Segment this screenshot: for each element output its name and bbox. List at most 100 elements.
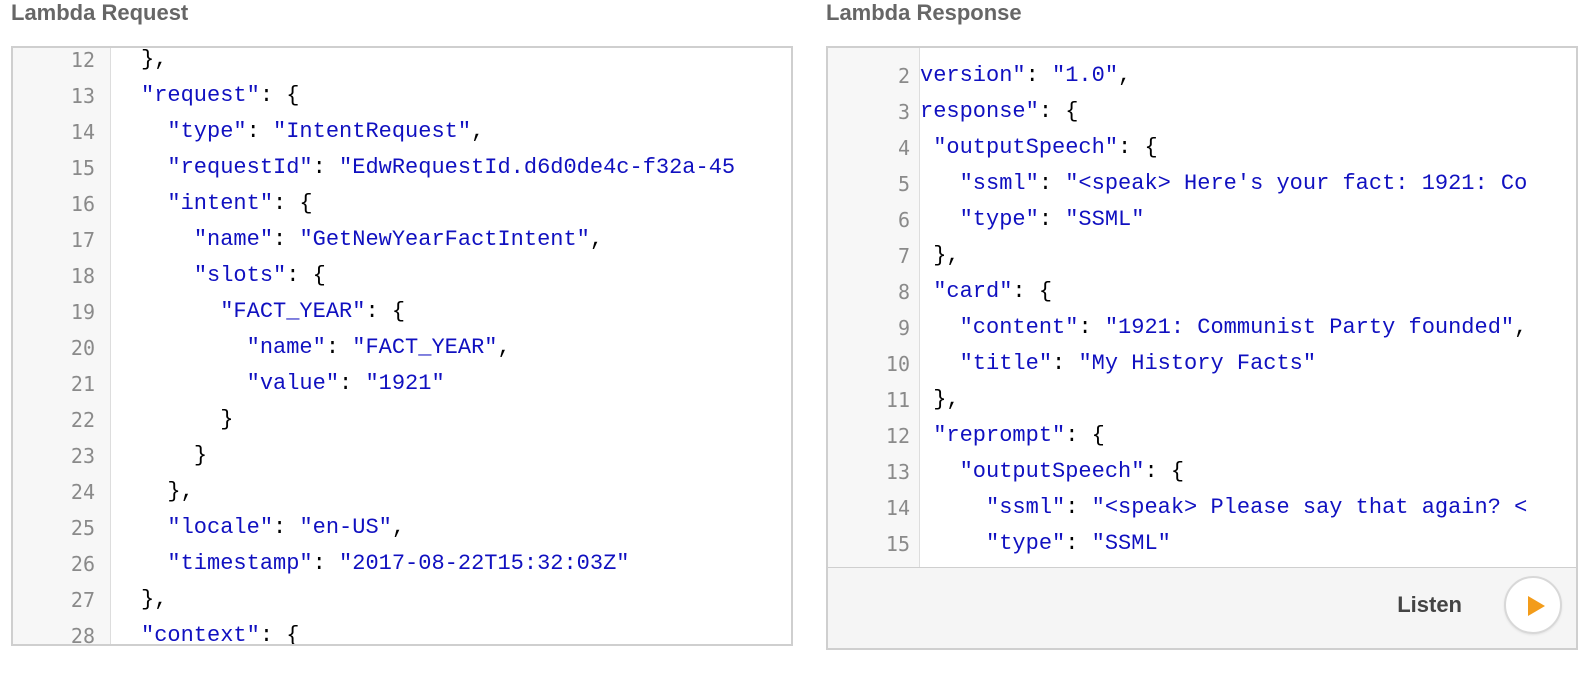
json-punct: : [1038,171,1066,196]
code-line: 20 "name": "FACT_YEAR", [13,330,791,366]
code-text: "content": "1921: Communist Party founde… [920,310,1528,346]
json-punct: , [497,335,511,360]
json-punct: : [312,551,340,576]
line-number: 27 [70,588,95,612]
line-number: 17 [70,228,95,252]
code-text: "name": "GetNewYearFactIntent", [141,222,603,258]
json-punct: }, [933,243,960,268]
code-text: "FACT_YEAR": { [141,294,405,330]
code-line: 9 "content": "1921: Communist Party foun… [828,310,1576,346]
json-string: "1.0" [1052,63,1119,88]
line-number: 4 [897,136,910,160]
code-line: 12}, [13,47,791,78]
json-punct: , [589,227,604,252]
code-text: } [141,402,233,438]
listen-bar: Listen [828,570,1576,648]
json-punct: : { [365,299,406,324]
json-punct: : [246,119,274,144]
json-punct: } [220,407,234,432]
code-line: 15 "requestId": "EdwRequestId.d6d0de4c-f… [13,150,791,186]
line-number: 12 [885,424,910,448]
listen-play-button[interactable] [1504,576,1562,634]
code-text: "locale": "en-US", [141,510,405,546]
json-key: "type" [959,207,1039,232]
code-text: "outputSpeech": { [920,130,1157,166]
code-text: "request": { [141,78,299,114]
json-string: "1921" [365,371,445,396]
line-number: 22 [70,408,95,432]
code-line: 15 "type": "SSML" [828,526,1576,562]
json-string: "GetNewYearFactIntent" [299,227,590,252]
line-number: 13 [70,84,95,108]
json-key: "timestamp" [167,551,313,576]
line-number: 3 [897,100,910,124]
code-text: "outputSpeech": { [920,454,1184,490]
json-punct: : [312,155,340,180]
json-punct: : [273,227,300,252]
json-key: "outputSpeech" [933,135,1119,160]
line-number: 19 [70,300,95,324]
json-punct: }, [141,47,168,72]
line-number: 20 [70,336,95,360]
line-number: 25 [70,516,95,540]
play-icon [1528,596,1545,616]
lambda-request-editor[interactable]: 12}, 13 "request": {14 "type": "IntentRequ… [11,46,793,646]
code-text: }, [141,474,193,510]
code-line: 14 "ssml": "<speak> Please say that agai… [828,490,1576,526]
json-string: "en-US" [299,515,392,540]
line-number: 12 [70,48,95,72]
json-key: response" [920,99,1039,124]
json-key: "type" [167,119,247,144]
listen-label: Listen [1397,592,1462,617]
json-punct: , [1514,315,1528,340]
code-line: 2 version": "1.0", [828,58,1576,94]
code-text: "ssml": "<speak> Here's your fact: 1921:… [920,166,1528,202]
json-key: "locale" [167,515,274,540]
json-key: "FACT_YEAR" [220,299,366,324]
code-text: response": { [920,94,1078,130]
request-code-lines: 12}, 13 "request": {14 "type": "IntentRequ… [13,47,791,644]
response-code-lines: 2 version": "1.0", 3 response": {4 "outputS… [828,58,1576,562]
json-punct: : { [1038,99,1079,124]
code-line: 6 "type": "SSML" [828,202,1576,238]
line-number: 21 [70,372,95,396]
json-punct: : [325,335,353,360]
json-punct: }, [933,387,960,412]
line-number: 18 [70,264,95,288]
json-string: "SSML" [1091,531,1171,556]
json-punct: : [1065,531,1092,556]
line-number: 23 [70,444,95,468]
code-line: 10 "title": "My History Facts" [828,346,1576,382]
code-line: 8 "card": { [828,274,1576,310]
json-key: "content" [959,315,1079,340]
code-text: "type": "IntentRequest", [141,114,484,150]
code-text: "title": "My History Facts" [920,346,1316,382]
line-number: 15 [70,156,95,180]
code-text: "type": "SSML" [920,202,1145,238]
json-punct: } [193,443,208,468]
json-string: "<speak> Here's your fact: 1921: Co [1065,171,1528,196]
lambda-response-editor[interactable]: 2 version": "1.0", 3 response": {4 "outputS… [828,48,1576,568]
json-key: "requestId" [167,155,313,180]
json-punct: , [391,515,406,540]
code-line: 13 "request": { [13,78,791,114]
json-key: "name" [193,227,274,252]
json-punct: : { [1144,459,1185,484]
line-number: 5 [897,172,910,196]
code-line: 18 "slots": { [13,258,791,294]
